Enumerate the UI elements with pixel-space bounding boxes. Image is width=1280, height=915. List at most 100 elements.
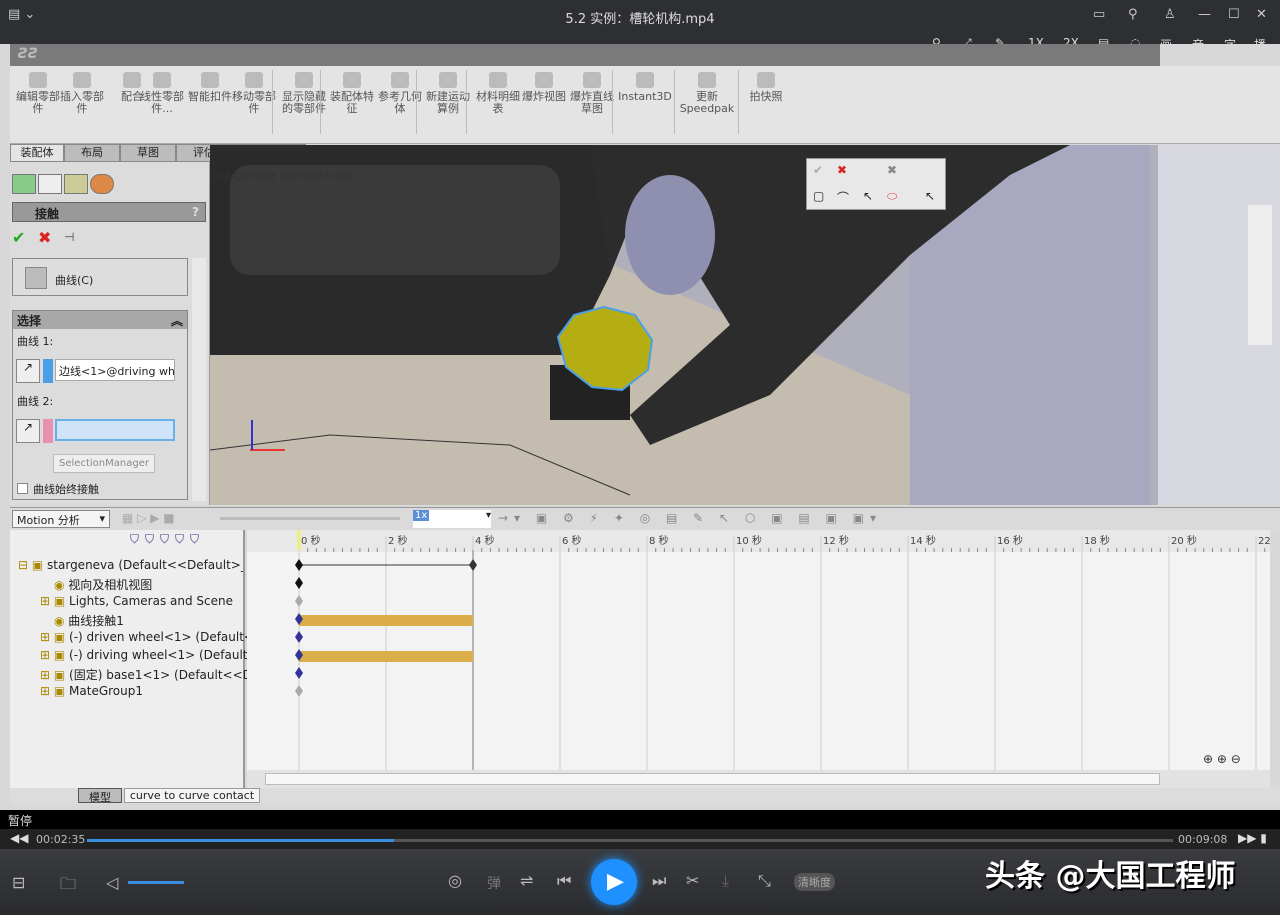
command-tab[interactable]: 布局 (64, 144, 120, 162)
cancel-x-icon[interactable]: ✖ (837, 163, 847, 177)
tree-item[interactable]: ⊞ ▣ (-) driving wheel<1> (Default (40, 648, 265, 666)
seek-forward-icon[interactable]: ▶▶ ▮ (1238, 831, 1267, 845)
volume-icon[interactable]: ◁ (106, 873, 118, 892)
curve1-field[interactable]: 边线<1>@driving wh (55, 359, 175, 381)
seek-track[interactable] (87, 839, 1173, 842)
volume-slider[interactable] (128, 881, 184, 884)
pin-icon[interactable]: ⚲ (1128, 7, 1138, 22)
timeline-scrollbar[interactable]: ⊕ ⊕ ⊖ (247, 752, 1270, 788)
curve-select-icon[interactable]: ↗ (16, 419, 40, 443)
toolbar-button[interactable]: 移动零部件 (232, 72, 276, 115)
progress-bar: ◀◀ 00:02:35 00:09:08 ▶▶ ▮ (0, 829, 1280, 849)
appearance-tab[interactable] (90, 174, 114, 194)
expand-icon[interactable]: ⤡ (758, 871, 771, 891)
keyframe[interactable] (295, 559, 303, 571)
previous-icon[interactable]: ⏮ (557, 871, 571, 891)
tick-label: 16 秒 (997, 534, 1023, 547)
always-contact-checkbox[interactable] (17, 483, 28, 494)
config-tab[interactable] (64, 174, 88, 194)
seek-back-icon[interactable]: ◀◀ (10, 831, 28, 845)
toolbar-button[interactable]: Instant3D (616, 72, 674, 103)
stop-icon[interactable]: ⬭ (887, 189, 897, 204)
timeline[interactable]: 0 秒 2 秒 4 秒 6 秒 8 秒 10 秒 12 秒 14 秒 16 秒 18 秒 20 秒 2… (247, 530, 1274, 770)
help-button[interactable]: ? (192, 205, 199, 219)
tree-item[interactable]: ⊟ ▣ stargeneva (Default<<Default>_ (18, 558, 243, 576)
tab-motion-study[interactable]: curve to curve contact (124, 788, 260, 803)
toolbar-button[interactable]: 更新Speedpak (678, 72, 736, 115)
toolbar-button[interactable]: 线性零部件... (140, 72, 184, 115)
motion-tools-icons[interactable]: →▾ ▣ ⚙ ⚡ ✦ ◎ ▤ ✎ ↖ ⬡ ▣ ▤ ▣ ▣▾ (498, 511, 882, 525)
adjust-icon[interactable]: ⇌ (520, 871, 533, 890)
pushpin-icon[interactable]: ⊣ (64, 230, 74, 244)
toolbar-button[interactable]: 装配体特征 (330, 72, 374, 115)
toolbar-button[interactable]: 智能扣件 (188, 72, 232, 103)
tree-item[interactable]: ⊞ ▣ (固定) base1<1> (Default<<D (40, 666, 265, 684)
open-folder-icon[interactable]: 🗀 (60, 873, 76, 900)
keyframe[interactable] (295, 667, 303, 679)
collapse-icon[interactable]: ︽ (171, 312, 183, 329)
task-pane[interactable] (1248, 205, 1272, 345)
timeline-bar[interactable] (299, 651, 473, 662)
calculate-icon[interactable]: ▦ ▷ ▶ ■ (122, 511, 175, 525)
study-type-select[interactable]: Motion 分析 ▾ (12, 510, 110, 528)
select-arrow-icon[interactable]: ↖ (925, 189, 935, 203)
chat-icon[interactable]: ▭ (1093, 7, 1105, 22)
toolbar-button[interactable]: 爆炸直线草图 (570, 72, 614, 115)
command-tab[interactable]: 草图 (120, 144, 176, 162)
curve-select-icon[interactable]: ↗ (16, 359, 40, 383)
filter-icons[interactable]: ⛉⛉⛉⛉⛉ (130, 532, 205, 547)
danmaku-button[interactable]: 弹 (487, 873, 501, 893)
tree-item[interactable]: ◉ 视向及相机视图 (54, 576, 279, 594)
time-bar[interactable] (297, 530, 301, 550)
curve-select-icon[interactable]: ⌒ (837, 189, 849, 206)
timeline-bar[interactable] (299, 615, 473, 626)
feature-tree-tab[interactable] (12, 174, 36, 194)
command-tab[interactable]: 装配体 (10, 144, 64, 162)
toolbar-button[interactable]: 新建运动算例 (426, 72, 470, 115)
rect-select-icon[interactable]: ▢ (813, 189, 824, 203)
clear-icon[interactable]: ✖ (887, 163, 897, 177)
tree-item[interactable]: ◉ 曲线接触1 (54, 612, 279, 630)
playback-slider[interactable] (220, 517, 400, 520)
curve2-field[interactable] (55, 419, 175, 441)
tool-icon (698, 72, 716, 88)
speed-select[interactable]: 1x ▾ (413, 510, 491, 528)
keyframe[interactable] (295, 685, 303, 697)
zoom-icons[interactable]: ⊕ ⊕ ⊖ (1203, 752, 1241, 766)
eye-icon[interactable]: ◎ (448, 871, 462, 890)
property-tab[interactable] (38, 174, 62, 194)
scissors-icon[interactable]: ✂ (686, 871, 699, 890)
keyframe[interactable] (295, 631, 303, 643)
toolbar-button[interactable]: 拍快照 (744, 72, 788, 103)
ok-check-icon[interactable]: ✔ (12, 228, 25, 247)
playlist-icon[interactable]: ⊟ (12, 873, 25, 892)
toolbar-button[interactable]: 材料明细表 (476, 72, 520, 115)
pm-scrollbar[interactable] (192, 258, 206, 501)
graphics-viewport[interactable]: stargeneva (Default<<D... ✔ ✖ ✖ ▢ ⌒ ↖ ⬭ … (210, 145, 1280, 505)
tab-model[interactable]: 模型 (78, 788, 122, 804)
quality-button[interactable]: 清晰度 (794, 873, 835, 891)
ok-check-icon[interactable]: ✔ (813, 163, 823, 177)
selection-header[interactable]: 选择 ︽ (13, 311, 187, 329)
toolbar-button[interactable]: 插入零部件 (60, 72, 104, 115)
toolbar-button[interactable]: 爆炸视图 (522, 72, 566, 103)
minimize-icon[interactable]: — (1198, 7, 1211, 22)
download-icon[interactable]: ⤓ (722, 871, 729, 891)
maximize-icon[interactable]: ☐ (1228, 7, 1240, 22)
keyframe[interactable] (295, 595, 303, 607)
close-icon[interactable]: ✕ (1256, 7, 1267, 22)
viewport-tree-root[interactable]: stargeneva (Default<<D... (214, 169, 361, 182)
toolbar-button[interactable]: 编辑零部件 (16, 72, 60, 115)
keyframe[interactable] (469, 559, 477, 571)
cancel-x-icon[interactable]: ✖ (38, 228, 51, 247)
selection-manager-button[interactable]: SelectionManager (53, 454, 155, 473)
play-button[interactable]: ▶ (591, 859, 637, 905)
tree-item[interactable]: ⊞ ▣ Lights, Cameras and Scene (40, 594, 265, 612)
tree-item[interactable]: ⊞ ▣ MateGroup1 (40, 684, 265, 702)
tree-item[interactable]: ⊞ ▣ (-) driven wheel<1> (Default< (40, 630, 265, 648)
keyframe[interactable] (295, 577, 303, 589)
pointer-icon[interactable]: ↖ (863, 189, 873, 203)
next-icon[interactable]: ⏭ (652, 871, 666, 891)
curve-option[interactable]: 曲线(C) (12, 258, 188, 296)
skin-icon[interactable]: ♙ (1164, 7, 1176, 22)
